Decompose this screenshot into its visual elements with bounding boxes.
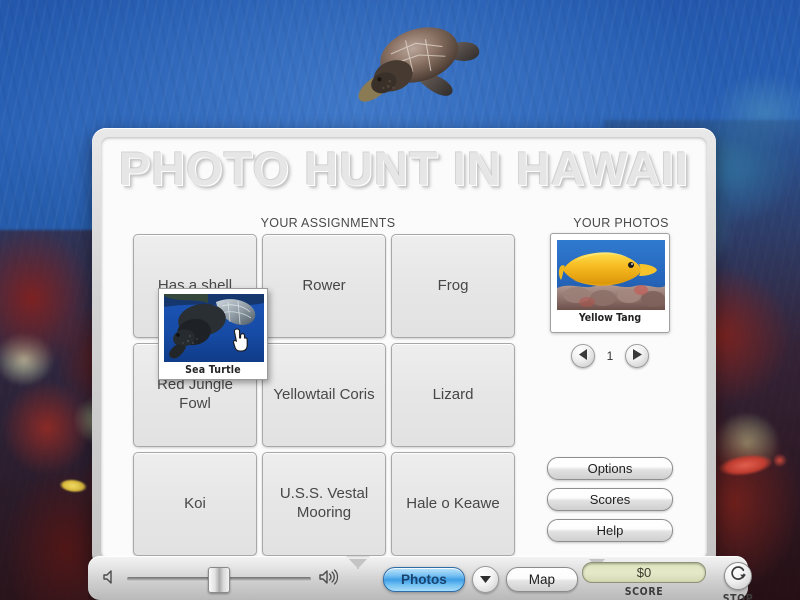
photo-pager: 1 — [550, 344, 670, 368]
assignment-label: Rower — [302, 276, 346, 294]
main-window-panel: PHOTO HUNT IN HAWAII YOUR ASSIGNMENTS YO… — [92, 128, 716, 568]
scores-button[interactable]: Scores — [547, 488, 673, 511]
side-button-group: Options Scores Help — [547, 457, 673, 542]
game-screen: PHOTO HUNT IN HAWAII YOUR ASSIGNMENTS YO… — [0, 0, 800, 600]
tooltip-photo-thumbnail — [164, 294, 264, 362]
score-value: $0 — [582, 562, 706, 583]
assignment-cell-lizard[interactable]: Lizard — [391, 343, 515, 447]
assignment-label: U.S.S. Vestal Mooring — [279, 485, 369, 521]
stop-control: STOP — [714, 562, 762, 600]
score-display: $0 SCORE — [582, 562, 706, 598]
assignment-cell-koi[interactable]: Koi — [133, 452, 257, 556]
assignment-cell-rower[interactable]: Rower — [262, 234, 386, 338]
volume-control[interactable] — [102, 566, 340, 593]
assignment-label: Hale o Keawe — [406, 494, 500, 512]
photos-dropdown-button[interactable] — [471, 565, 499, 593]
speaker-mute-icon — [102, 569, 120, 590]
assignment-label: Koi — [184, 494, 206, 512]
panel-content: PHOTO HUNT IN HAWAII YOUR ASSIGNMENTS YO… — [101, 137, 707, 559]
map-tab-button[interactable]: Map — [505, 566, 579, 592]
photos-section-label: YOUR PHOTOS — [573, 216, 669, 230]
hand-pointer-cursor-icon — [232, 328, 250, 352]
photo-page-number: 1 — [606, 349, 614, 363]
volume-slider-track[interactable] — [127, 567, 311, 593]
assignment-cell-uss-vestal-mooring[interactable]: U.S.S. Vestal Mooring — [262, 452, 386, 556]
assignments-section-label: YOUR ASSIGNMENTS — [260, 216, 396, 230]
assignments-grid: Has a shell Rower Frog Red Jungle Fowl Y… — [133, 234, 515, 556]
left-triangle-icon — [578, 347, 588, 365]
assignment-cell-hale-o-keawe[interactable]: Hale o Keawe — [391, 452, 515, 556]
right-triangle-icon — [632, 347, 642, 365]
view-navigation: Photos Map — [383, 565, 579, 593]
background-sea-turtle — [326, 16, 493, 112]
page-title: PHOTO HUNT IN HAWAII — [118, 142, 690, 195]
score-caption: SCORE — [624, 586, 664, 598]
tooltip-photo-caption: Sea Turtle — [185, 364, 241, 376]
assignment-label: Frog — [437, 276, 469, 294]
stop-button[interactable] — [724, 562, 752, 590]
chevron-down-icon — [479, 570, 491, 588]
volume-slider-thumb[interactable] — [207, 567, 230, 593]
current-photo-frame[interactable]: Yellow Tang — [550, 233, 670, 333]
help-button[interactable]: Help — [547, 519, 673, 542]
reload-circular-arrow-icon — [730, 565, 747, 587]
assignment-label: Red Jungle Fowl — [157, 376, 233, 412]
options-button[interactable]: Options — [547, 457, 673, 480]
assignment-cell-yellowtail-coris[interactable]: Yellowtail Coris — [262, 343, 386, 447]
photo-next-button[interactable] — [625, 344, 649, 368]
assignment-label: Lizard — [432, 385, 474, 403]
bottom-toolbar: Photos Map $0 SCORE STOP — [88, 556, 753, 600]
assignment-cell-frog[interactable]: Frog — [391, 234, 515, 338]
photos-tab-button[interactable]: Photos — [383, 566, 465, 592]
photo-tooltip-popup: Sea Turtle — [158, 288, 268, 380]
photo-thumbnail-yellow-tang — [557, 240, 665, 310]
assignment-label: Yellowtail Coris — [273, 385, 375, 403]
photo-caption: Yellow Tang — [578, 312, 642, 324]
photo-prev-button[interactable] — [571, 344, 595, 368]
speaker-loud-icon — [318, 568, 340, 590]
stop-caption: STOP — [722, 593, 754, 600]
